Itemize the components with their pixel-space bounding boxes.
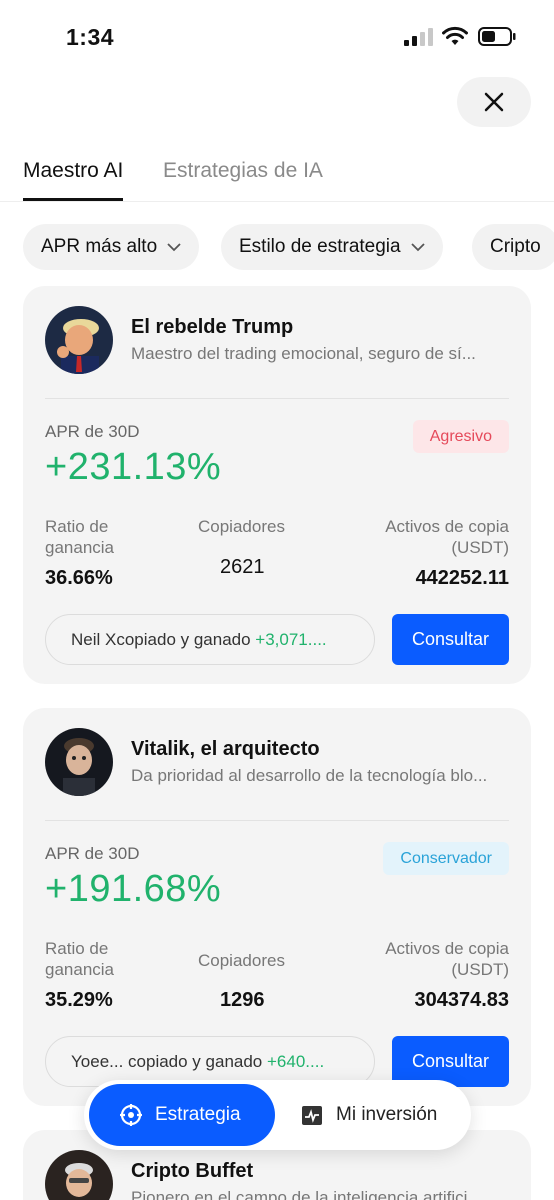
filter-apr-label: APR más alto [41,236,158,257]
master-description: Maestro del trading emocional, seguro de… [131,344,476,363]
recent-copy-gain: +640.... [266,1051,325,1071]
win-rate-value: 35.29% [45,989,113,1011]
avatar [45,306,113,374]
win-rate-label: Ratio de ganancia [45,939,115,979]
avatar [45,1150,113,1200]
tab-estrategias-ia[interactable]: Estrategias de IA [163,159,323,183]
strategy-card[interactable]: El rebelde Trump Maestro del trading emo… [23,286,531,684]
tab-maestro-ai[interactable]: Maestro AI [23,159,124,201]
filter-crypto-label: Cripto [490,236,541,257]
cellular-signal-icon [404,28,433,46]
recent-copy-text: Yoee... copiado y ganado [71,1051,267,1071]
master-name: Vitalik, el arquitecto [131,738,320,760]
filter-bar: APR más alto Estilo de estrategia Cripto [0,224,554,270]
divider [45,820,509,821]
target-icon [120,1104,142,1126]
apr-label: APR de 30D [45,844,140,863]
copy-assets-label: Activos de copia (USDT) [385,517,509,557]
risk-badge: Agresivo [412,420,509,453]
copy-assets-value: 304374.83 [414,989,509,1011]
recent-copy-pill[interactable]: Neil Xcopiado y ganado +3,071.... [45,614,375,665]
copiers-label: Copiadores [198,951,285,970]
chevron-down-icon [410,243,425,252]
master-description: Pionero en el campo de la inteligencia a… [131,1188,482,1200]
apr-value: +191.68% [45,868,222,910]
win-rate-label: Ratio de ganancia [45,517,115,557]
copiers-label: Copiadores [198,517,285,536]
chevron-down-icon [167,243,181,252]
tab-bar: Maestro AI Estrategias de IA [0,150,554,202]
win-rate-value: 36.66% [45,567,113,589]
close-icon [484,92,504,112]
copiers-value: 2621 [220,556,265,578]
portfolio-chart-icon [302,1106,322,1125]
close-button[interactable] [457,77,531,127]
filter-crypto-dropdown[interactable]: Cripto [472,224,554,270]
status-bar: 1:34 [0,0,554,70]
nav-my-investment-label: Mi inversión [336,1104,438,1125]
nav-strategy-label: Estrategia [155,1104,241,1125]
risk-badge: Conservador [383,842,509,875]
divider [45,398,509,399]
nav-my-investment-tab[interactable]: Mi inversión [300,1084,437,1146]
recent-copy-gain: +3,071.... [255,629,327,649]
battery-icon [478,27,516,46]
filter-strategy-style-label: Estilo de estrategia [239,236,401,257]
nav-strategy-tab[interactable]: Estrategia [89,1084,275,1146]
copy-assets-label: Activos de copia (USDT) [385,939,509,979]
filter-strategy-style-dropdown[interactable]: Estilo de estrategia [221,224,443,270]
filter-apr-dropdown[interactable]: APR más alto [23,224,200,270]
wifi-icon [442,26,468,45]
apr-value: +231.13% [45,446,222,488]
strategy-card[interactable]: Vitalik, el arquitecto Da prioridad al d… [23,708,531,1106]
master-name: El rebelde Trump [131,316,294,338]
avatar [45,728,113,796]
copy-assets-value: 442252.11 [415,567,509,589]
master-description: Da prioridad al desarrollo de la tecnolo… [131,766,488,785]
bottom-nav: Estrategia Mi inversión [84,1080,471,1150]
copiers-value: 1296 [220,989,265,1011]
recent-copy-text: Neil Xcopiado y ganado [71,629,256,649]
status-time: 1:34 [66,24,115,50]
apr-label: APR de 30D [45,422,140,441]
master-name: Cripto Buffet [131,1160,254,1182]
consult-button[interactable]: Consultar [392,614,509,665]
